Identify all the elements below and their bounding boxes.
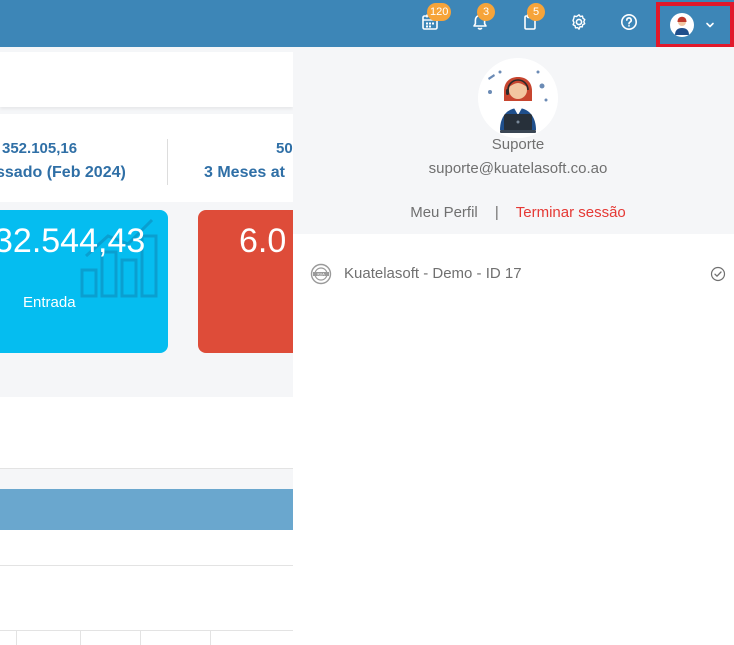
notifications-button[interactable]: 3 — [467, 3, 495, 34]
settings-button[interactable] — [566, 10, 592, 34]
company-name: Kuatelasoft - Demo - ID 17 — [344, 265, 522, 282]
my-profile-link[interactable]: Meu Perfil — [410, 204, 478, 221]
column-divider — [210, 630, 211, 645]
svg-text:KUA: KUA — [317, 272, 325, 276]
section-spacer — [0, 397, 293, 469]
user-links: Meu Perfil | Terminar sessão — [293, 204, 734, 221]
user-email: suporte@kuatelasoft.co.ao — [428, 160, 608, 177]
user-avatar — [478, 58, 558, 138]
user-panel-header: Suporte suporte@kuatelasoft.co.ao Meu Pe… — [293, 47, 734, 234]
income-card[interactable]: 32.544,43 Entrada — [0, 210, 168, 353]
table-body — [0, 530, 293, 645]
company-item[interactable]: KUA Kuatelasoft - Demo - ID 17 — [293, 259, 734, 289]
user-name: Suporte — [491, 136, 545, 153]
table-header-bar — [0, 489, 293, 530]
income-label: Entrada — [23, 294, 76, 311]
user-menu-toggle[interactable] — [656, 2, 734, 48]
tasks-badge: 5 — [527, 3, 545, 21]
help-icon — [621, 14, 637, 30]
help-button[interactable] — [616, 10, 642, 34]
stat-previous-label: ssado (Feb 2024) — [0, 164, 126, 181]
tasks-button[interactable]: 5 — [517, 3, 545, 34]
dashboard-header — [0, 52, 293, 107]
column-divider — [140, 630, 141, 645]
check-circle-icon — [710, 266, 726, 282]
divider — [0, 468, 293, 469]
income-value: 32.544,43 — [0, 222, 146, 260]
stat-divider — [167, 139, 168, 185]
column-divider — [16, 630, 17, 645]
chevron-down-icon — [706, 22, 714, 28]
logout-link[interactable]: Terminar sessão — [516, 204, 626, 221]
expense-card[interactable]: 6.0 — [198, 210, 293, 353]
support-agent-avatar-icon — [478, 58, 558, 138]
company-logo-icon: KUA — [310, 263, 332, 285]
top-bar: 120 3 5 — [0, 0, 734, 48]
stat-3months-value: 50 — [276, 140, 293, 157]
calendar-badge: 120 — [427, 3, 452, 21]
link-separator: | — [494, 204, 499, 221]
calendar-button[interactable]: 120 — [417, 3, 452, 34]
user-dropdown-panel: Suporte suporte@kuatelasoft.co.ao Meu Pe… — [293, 47, 734, 645]
support-agent-avatar-icon — [675, 16, 689, 35]
stat-3months-label: 3 Meses at — [204, 164, 285, 181]
user-avatar-small — [670, 13, 694, 37]
stats-strip: 352.105,16 ssado (Feb 2024) 50 3 Meses a… — [0, 114, 293, 202]
column-divider — [80, 630, 81, 645]
gear-icon — [572, 14, 586, 30]
dashboard-content: 352.105,16 ssado (Feb 2024) 50 3 Meses a… — [0, 47, 293, 645]
divider — [0, 630, 293, 631]
notifications-badge: 3 — [477, 3, 495, 21]
stat-previous-value: 352.105,16 — [2, 140, 78, 157]
divider — [0, 565, 293, 566]
expense-value: 6.0 — [239, 222, 287, 260]
